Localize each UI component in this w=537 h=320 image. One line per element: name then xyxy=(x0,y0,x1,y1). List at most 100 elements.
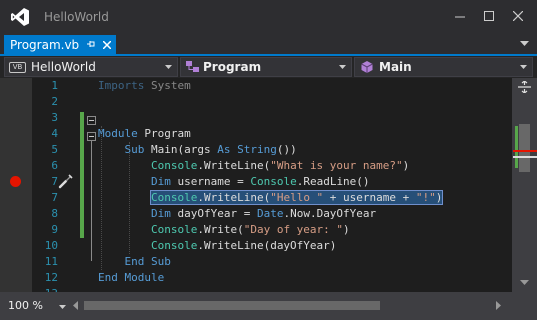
keyword-token: Dim xyxy=(150,207,171,220)
code-text: Console.Write("Day of year: ") xyxy=(150,223,350,236)
minimize-button[interactable] xyxy=(445,3,475,29)
line-number: 4 xyxy=(51,127,58,140)
tab-label: Program.vb xyxy=(10,38,80,52)
vertical-scroll-thumb[interactable] xyxy=(519,124,530,172)
type-token: Console xyxy=(150,159,198,172)
line-number: 7 xyxy=(51,191,58,204)
editor-bottom-bar: 100 % xyxy=(0,292,512,320)
keyword-token: Date xyxy=(256,207,284,220)
keyword-token: As xyxy=(217,143,231,156)
chevron-down-icon xyxy=(165,65,172,69)
string-token: "Day of year: " xyxy=(243,223,344,236)
keyword-token: End xyxy=(98,271,118,284)
scrollbar-corner xyxy=(512,298,537,320)
line-number: 9 xyxy=(51,223,58,236)
type-token: Console xyxy=(150,223,198,236)
zoom-dropdown[interactable]: 100 % xyxy=(4,297,68,315)
member-label: Main xyxy=(379,60,412,74)
project-dropdown[interactable]: VB HelloWorld xyxy=(4,57,178,77)
type-token: Console xyxy=(250,175,297,188)
method-icon xyxy=(361,61,373,73)
class-label: Program xyxy=(203,60,262,74)
line-number: 1 xyxy=(51,79,58,92)
line-number: 5 xyxy=(51,143,58,156)
tab-overflow-icon[interactable] xyxy=(520,41,529,47)
keyword-token: Imports xyxy=(98,79,145,92)
code-line: 11 End Sub xyxy=(0,254,512,270)
scroll-right-icon[interactable] xyxy=(496,301,502,310)
chevron-down-icon xyxy=(520,65,527,69)
scroll-down-icon[interactable] xyxy=(520,280,529,286)
code-text: Console.WriteLine("Hello " + username + … xyxy=(98,190,444,206)
pin-icon[interactable] xyxy=(86,39,96,50)
keyword-token: String xyxy=(237,143,277,156)
visual-studio-logo-icon xyxy=(11,8,29,26)
code-line: 12 End Module xyxy=(0,270,512,286)
code-text: End Module xyxy=(98,270,164,286)
line-number: 10 xyxy=(44,239,58,252)
code-text: Dim dayOfYear = Date.Now.DayOfYear xyxy=(150,207,377,220)
class-icon xyxy=(186,61,199,72)
line-number: 8 xyxy=(51,207,58,220)
close-icon[interactable] xyxy=(103,41,111,49)
document-tab-strip: Program.vb xyxy=(0,34,537,56)
code-line: 3 xyxy=(0,110,512,126)
type-token: Console xyxy=(150,191,198,204)
caret-marker xyxy=(513,156,537,158)
line-number: 11 xyxy=(44,255,58,268)
keyword-token: End xyxy=(124,255,145,268)
vertical-scrollbar[interactable] xyxy=(512,78,537,298)
line-number: 3 xyxy=(51,111,58,124)
code-line: 7 Dim username = Console.ReadLine() xyxy=(0,174,512,190)
navigation-bar: VB HelloWorld Program Main xyxy=(0,56,537,78)
keyword-token: Module xyxy=(124,271,165,284)
code-line: 5 Sub Main(args As String()) xyxy=(0,142,512,158)
line-number: 6 xyxy=(51,159,58,172)
change-marker xyxy=(515,126,518,168)
line-number: 2 xyxy=(51,95,58,108)
string-token: "Hello " xyxy=(270,191,324,204)
close-window-button[interactable] xyxy=(503,3,533,29)
keyword-token: Sub xyxy=(124,143,145,156)
code-text: Sub Main(args As String()) xyxy=(124,143,297,156)
project-label: HelloWorld xyxy=(31,60,96,74)
horizontal-scroll-thumb[interactable] xyxy=(84,301,380,310)
keyword-token: Sub xyxy=(151,255,171,268)
code-text: End Sub xyxy=(98,254,171,270)
line-number: 7 xyxy=(51,175,58,188)
code-line: 10 Console.WriteLine(dayOfYear) xyxy=(0,238,512,254)
type-token: Console xyxy=(150,239,198,252)
selected-text: Console.WriteLine("Hello " + username + … xyxy=(149,190,444,205)
zoom-level: 100 % xyxy=(8,299,43,312)
breakpoint-marker xyxy=(513,150,537,152)
code-editor[interactable]: 1 Imports System 2 3 4 Module Program 5 … xyxy=(0,78,512,292)
member-dropdown[interactable]: Main xyxy=(354,57,533,77)
code-line-selected: 7 Console.WriteLine("Hello " + username … xyxy=(0,190,512,206)
window-title: HelloWorld xyxy=(44,10,109,24)
line-number: 12 xyxy=(44,271,58,284)
code-line: 8 Dim dayOfYear = Date.Now.DayOfYear xyxy=(0,206,512,222)
code-text: Console.WriteLine(dayOfYear) xyxy=(150,239,337,252)
code-line: 4 Module Program xyxy=(0,126,512,142)
string-token: "!" xyxy=(415,191,436,204)
code-line: 2 xyxy=(0,94,512,110)
close-icon xyxy=(513,11,523,21)
title-bar: HelloWorld xyxy=(0,0,537,34)
code-text: Console.WriteLine("What is your name?") xyxy=(150,159,410,172)
maximize-icon xyxy=(484,11,494,21)
vb-project-icon: VB xyxy=(9,62,26,73)
keyword-token: Module xyxy=(98,127,138,140)
code-text: Imports System xyxy=(98,79,191,92)
scroll-left-icon[interactable] xyxy=(72,301,78,310)
keyword-token: Dim xyxy=(150,175,171,188)
split-window-icon[interactable] xyxy=(518,81,531,93)
string-token: "What is your name?" xyxy=(270,159,403,172)
tab-program-vb[interactable]: Program.vb xyxy=(4,35,116,56)
maximize-button[interactable] xyxy=(474,3,504,29)
chevron-down-icon xyxy=(339,65,346,69)
class-dropdown[interactable]: Program xyxy=(180,57,352,77)
code-line: 1 Imports System xyxy=(0,78,512,94)
code-line: 6 Console.WriteLine("What is your name?"… xyxy=(0,158,512,174)
chevron-down-icon xyxy=(59,305,66,309)
minimize-icon xyxy=(455,16,465,18)
